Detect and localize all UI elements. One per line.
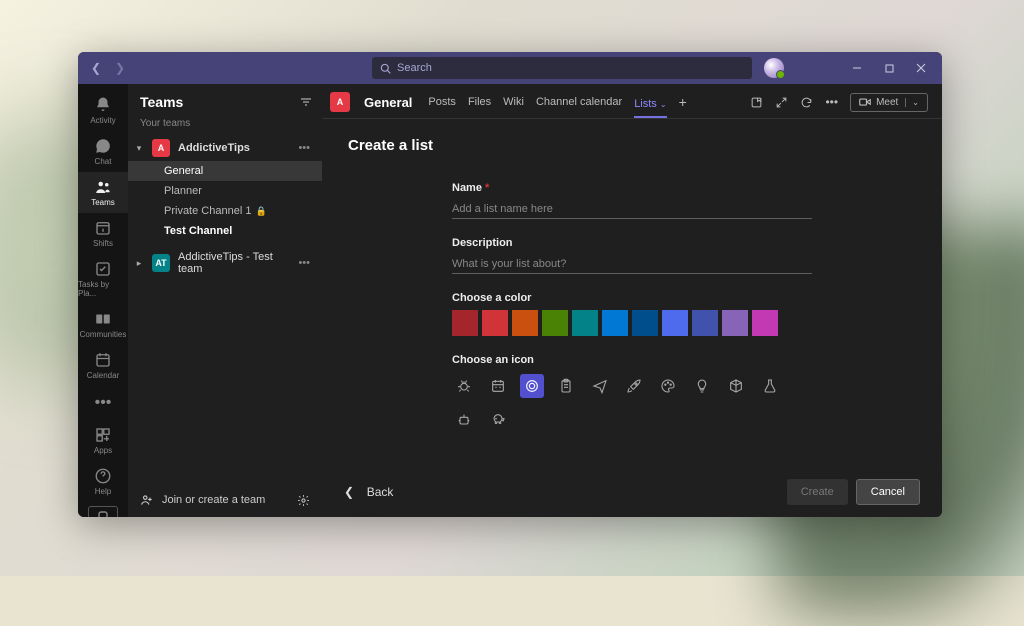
- icon-option-robot[interactable]: [452, 408, 476, 432]
- rail-apps-label: Apps: [94, 446, 112, 455]
- channel-planner[interactable]: Planner: [128, 181, 322, 201]
- search-icon: [380, 63, 391, 74]
- sidebar-title: Teams: [140, 94, 183, 110]
- team-addictivetips[interactable]: ▾ A AddictiveTips •••: [128, 135, 322, 161]
- icon-option-bug[interactable]: [452, 374, 476, 398]
- more-icon[interactable]: •••: [825, 95, 838, 109]
- rail-chat-label: Chat: [95, 157, 112, 166]
- rail-shifts-label: Shifts: [93, 239, 113, 248]
- rail-calendar-label: Calendar: [87, 371, 119, 380]
- search-placeholder: Search: [397, 62, 432, 74]
- team-name: AddictiveTips - Test team: [178, 251, 290, 275]
- rail-more-icon[interactable]: •••: [95, 386, 112, 420]
- tab-posts[interactable]: Posts: [428, 92, 456, 112]
- refresh-icon[interactable]: [800, 96, 813, 109]
- color-swatch[interactable]: [632, 310, 658, 336]
- color-swatch[interactable]: [692, 310, 718, 336]
- lock-icon: 🔒: [255, 206, 266, 217]
- rail-calendar[interactable]: Calendar: [78, 345, 128, 386]
- meet-button[interactable]: Meet ⌄: [850, 93, 928, 112]
- rail-communities-label: Communities: [80, 330, 127, 339]
- rail-teams-label: Teams: [91, 198, 115, 207]
- color-swatch[interactable]: [602, 310, 628, 336]
- chevron-down-icon: ▾: [134, 143, 144, 154]
- expand-icon[interactable]: [775, 96, 788, 109]
- color-label: Choose a color: [452, 292, 812, 304]
- team-more-icon[interactable]: •••: [298, 142, 310, 154]
- join-team-icon[interactable]: [140, 493, 154, 507]
- maximize-button[interactable]: [874, 56, 904, 80]
- back-button[interactable]: ❮ Back: [344, 485, 393, 499]
- chevron-down-icon: ⌄: [905, 98, 919, 107]
- icon-label: Choose an icon: [452, 354, 812, 366]
- rail-chat[interactable]: Chat: [78, 131, 128, 172]
- channel-avatar: A: [330, 92, 350, 112]
- color-swatch[interactable]: [752, 310, 778, 336]
- user-avatar[interactable]: [764, 58, 784, 78]
- cancel-button[interactable]: Cancel: [856, 479, 920, 505]
- tab-calendar[interactable]: Channel calendar: [536, 92, 622, 112]
- channel-private[interactable]: Private Channel 1 🔒: [128, 201, 322, 221]
- minimize-button[interactable]: [842, 56, 872, 80]
- your-teams-label: Your teams: [128, 118, 322, 135]
- tab-app-icon[interactable]: [750, 96, 763, 109]
- rail-activity[interactable]: Activity: [78, 90, 128, 131]
- gear-icon[interactable]: [297, 494, 310, 507]
- icon-option-plane[interactable]: [588, 374, 612, 398]
- rail-help[interactable]: Help: [78, 461, 128, 502]
- team-more-icon[interactable]: •••: [298, 257, 310, 269]
- channel-title: General: [364, 95, 412, 110]
- rail-device-icon[interactable]: [88, 506, 118, 517]
- icon-option-palette[interactable]: [656, 374, 680, 398]
- color-swatch[interactable]: [512, 310, 538, 336]
- add-tab-icon[interactable]: +: [679, 94, 687, 110]
- close-button[interactable]: [906, 56, 936, 80]
- icon-option-flask[interactable]: [758, 374, 782, 398]
- icon-option-cube[interactable]: [724, 374, 748, 398]
- filter-icon[interactable]: [300, 97, 312, 107]
- color-swatch[interactable]: [662, 310, 688, 336]
- nav-back-icon[interactable]: ❮: [84, 56, 108, 80]
- description-label: Description: [452, 237, 812, 249]
- name-label: Name *: [452, 182, 812, 194]
- rail-activity-label: Activity: [90, 116, 115, 125]
- channel-general[interactable]: General: [128, 161, 322, 181]
- color-swatch[interactable]: [722, 310, 748, 336]
- tab-files[interactable]: Files: [468, 92, 491, 112]
- description-input[interactable]: [452, 255, 812, 274]
- team-name: AddictiveTips: [178, 142, 290, 154]
- rail-tasks-label: Tasks by Pla...: [78, 280, 128, 298]
- nav-forward-icon[interactable]: ❯: [108, 56, 132, 80]
- team-test[interactable]: ▸ AT AddictiveTips - Test team •••: [128, 247, 322, 279]
- join-team-label[interactable]: Join or create a team: [162, 494, 265, 506]
- channel-test[interactable]: Test Channel: [128, 221, 322, 241]
- icon-option-clipboard[interactable]: [554, 374, 578, 398]
- name-input[interactable]: [452, 200, 812, 219]
- color-swatch[interactable]: [452, 310, 478, 336]
- rail-communities[interactable]: Communities: [78, 304, 128, 345]
- icon-option-calendar[interactable]: [486, 374, 510, 398]
- page-title: Create a list: [348, 137, 916, 154]
- tab-lists[interactable]: Lists ⌄: [634, 94, 666, 118]
- chevron-right-icon: ▸: [134, 258, 144, 269]
- team-avatar: AT: [152, 254, 170, 272]
- team-avatar: A: [152, 139, 170, 157]
- create-button[interactable]: Create: [787, 479, 848, 505]
- search-input[interactable]: Search: [372, 57, 752, 79]
- tab-wiki[interactable]: Wiki: [503, 92, 524, 112]
- rail-shifts[interactable]: Shifts: [78, 213, 128, 254]
- icon-option-bulb[interactable]: [690, 374, 714, 398]
- icon-option-piggy[interactable]: [486, 408, 510, 432]
- color-swatch[interactable]: [482, 310, 508, 336]
- rail-teams[interactable]: Teams: [78, 172, 128, 213]
- color-swatch[interactable]: [542, 310, 568, 336]
- rail-apps[interactable]: Apps: [78, 420, 128, 461]
- color-swatch[interactable]: [572, 310, 598, 336]
- rail-help-label: Help: [95, 487, 111, 496]
- rail-tasks[interactable]: Tasks by Pla...: [78, 254, 128, 304]
- icon-option-target[interactable]: [520, 374, 544, 398]
- icon-option-rocket[interactable]: [622, 374, 646, 398]
